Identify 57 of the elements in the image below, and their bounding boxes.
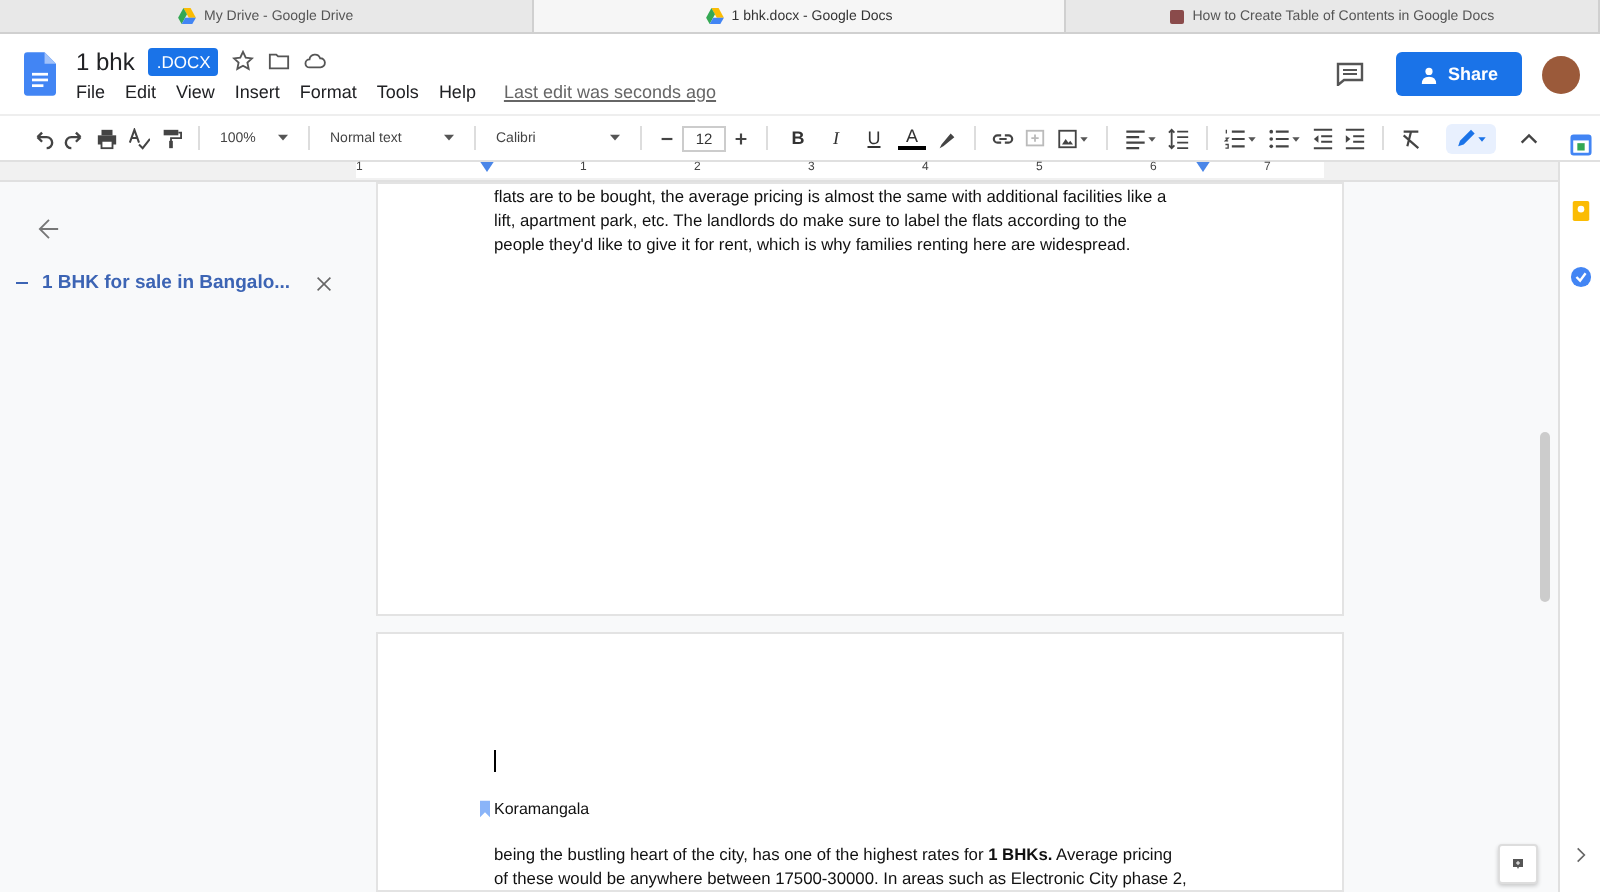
editing-mode-button[interactable] [1446, 123, 1496, 153]
image-icon[interactable] [1056, 127, 1090, 149]
menu-item[interactable]: Tools [376, 81, 419, 101]
paragraph: flats are to be bought, the average pricing is almost the same with additional facilities like a lift, apartment park, etc. The landlords do make sure to label the flats according to the people they'd like to give it for rent, which is why families renting here are widespread. [494, 184, 1169, 256]
avatar[interactable] [1542, 55, 1580, 93]
person-icon [1419, 65, 1438, 83]
bold-button[interactable]: B [784, 128, 812, 148]
site-icon [1170, 9, 1185, 23]
line-spacing-icon[interactable] [1168, 127, 1190, 149]
share-button[interactable]: Share [1395, 52, 1522, 96]
text-color-button[interactable]: A [898, 127, 926, 149]
undo-icon[interactable] [32, 127, 54, 149]
outline-item[interactable]: 1 BHK for sale in Bangalo... [42, 272, 291, 294]
scrollbar-thumb[interactable] [1540, 432, 1550, 602]
paragraph: being the bustling heart of the city, has one of the highest rates for 1 BHKs. Average pricing of these would be anywhere between 17500-30000. In areas such as Electronic City phase 2, [494, 842, 1189, 890]
underline-button[interactable]: U [860, 128, 888, 148]
menu-item[interactable]: View [176, 81, 215, 101]
tasks-icon[interactable] [1569, 266, 1591, 288]
last-edit-link[interactable]: Last edit was seconds ago [503, 81, 717, 101]
caret-icon [444, 134, 454, 142]
increase-indent-icon[interactable] [1344, 127, 1366, 149]
bulleted-list-icon[interactable] [1268, 127, 1302, 149]
redo-icon[interactable] [64, 127, 86, 149]
text-cursor [494, 750, 496, 772]
comment-icon[interactable] [1335, 62, 1364, 86]
spellcheck-icon[interactable] [128, 127, 150, 149]
menu-item[interactable]: Edit [125, 81, 157, 101]
file-type-badge: .DOCX [148, 47, 219, 75]
star-icon[interactable] [232, 50, 255, 72]
numbered-list-icon[interactable] [1224, 127, 1258, 149]
close-icon[interactable] [316, 275, 333, 291]
clear-formatting-icon[interactable] [1400, 127, 1422, 149]
menu-item[interactable]: File [76, 81, 106, 101]
back-arrow-icon[interactable] [38, 218, 60, 240]
docs-icon[interactable] [24, 52, 56, 96]
menu-item[interactable]: Format [299, 81, 357, 101]
plus-icon[interactable] [732, 129, 750, 147]
chevron-right-icon[interactable] [1575, 846, 1585, 864]
italic-button[interactable]: I [822, 128, 850, 148]
explore-button[interactable] [1498, 844, 1538, 884]
drive-icon [705, 8, 724, 24]
folder-icon[interactable] [268, 50, 291, 72]
pencil-icon [1454, 127, 1488, 149]
drive-icon [177, 8, 196, 24]
cloud-icon[interactable] [304, 50, 327, 72]
calendar-icon[interactable] [1569, 134, 1591, 156]
align-left-icon[interactable] [1124, 127, 1158, 149]
caret-icon [610, 134, 620, 142]
heading: Koramangala [494, 800, 590, 818]
caret-icon [278, 134, 288, 142]
menu-item[interactable]: Insert [234, 81, 280, 101]
menu-item[interactable]: Help [438, 81, 476, 101]
document-title[interactable]: 1 bhk [76, 47, 135, 75]
decrease-indent-icon[interactable] [1312, 127, 1334, 149]
paint-format-icon[interactable] [160, 127, 182, 149]
print-icon[interactable] [96, 127, 118, 149]
bookmark-icon [480, 800, 490, 818]
